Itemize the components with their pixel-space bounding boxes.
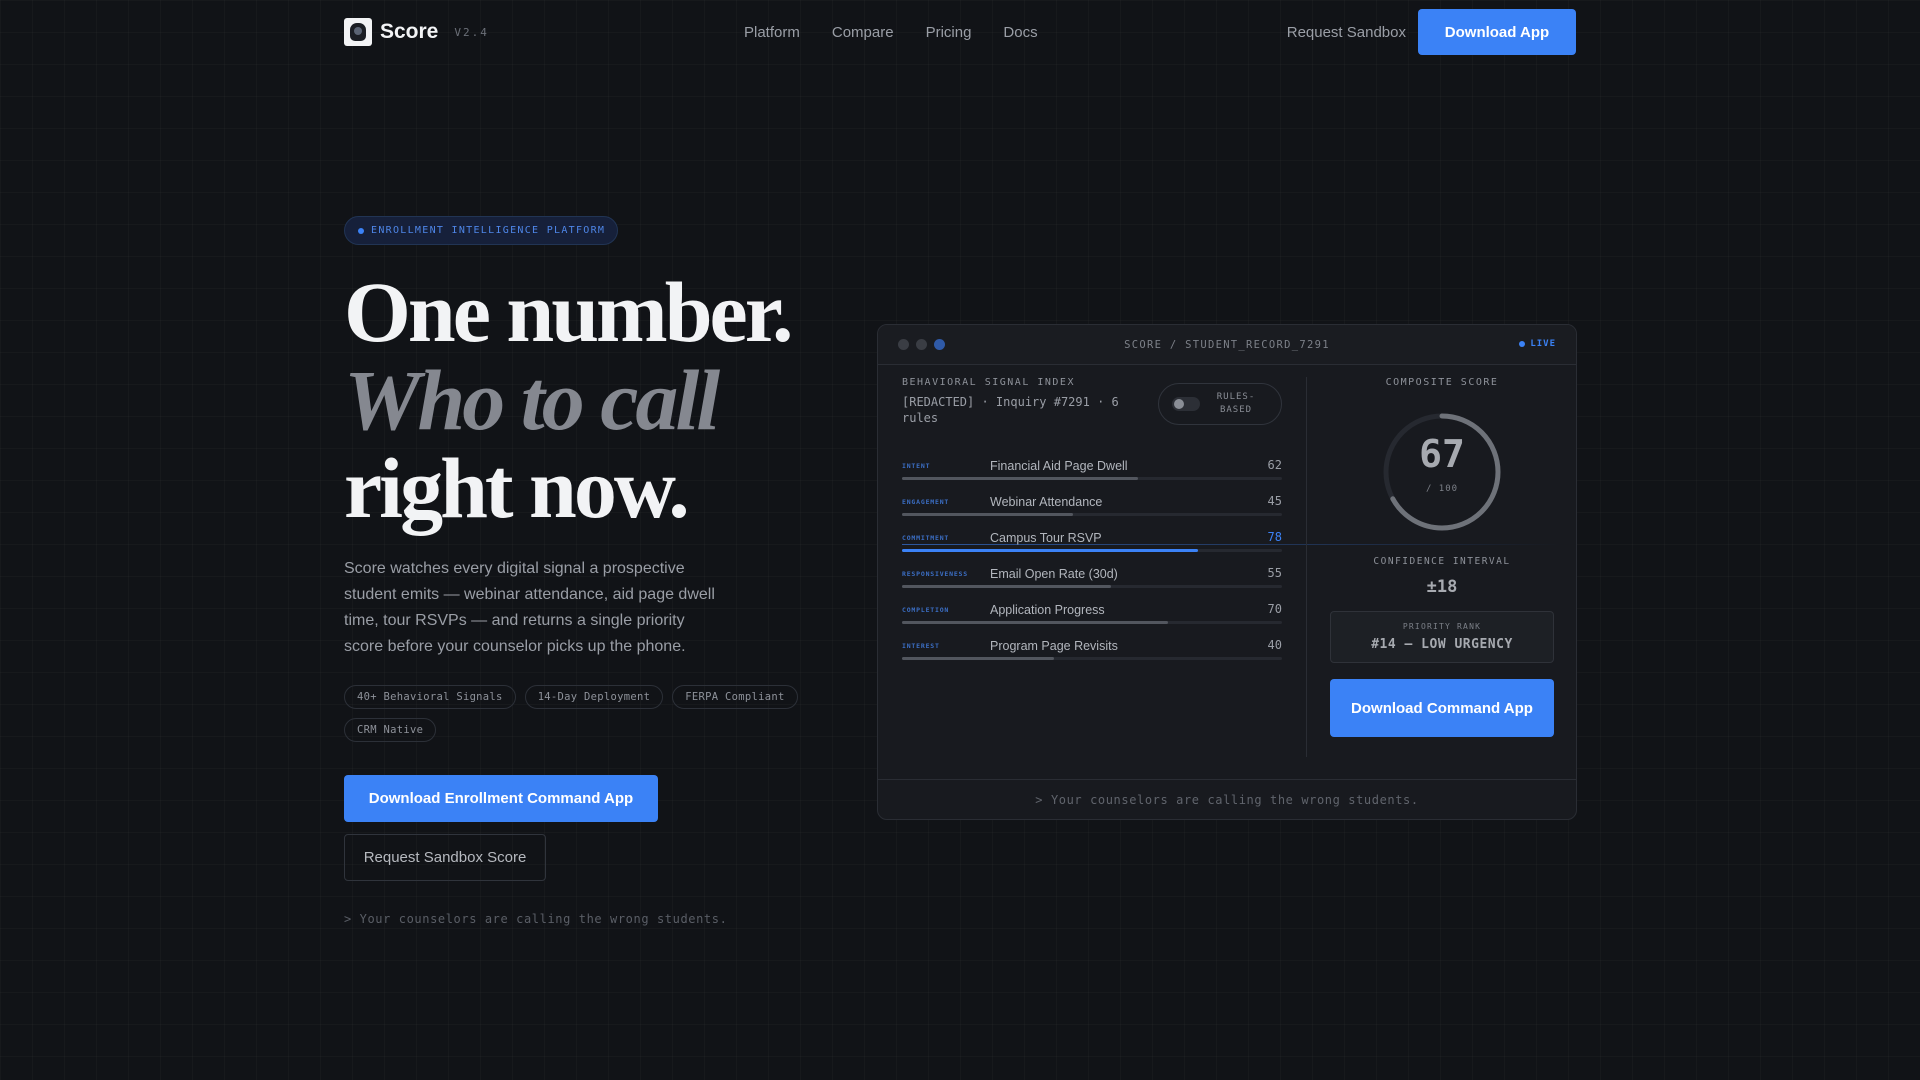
nav-link-pricing[interactable]: Pricing xyxy=(926,24,972,41)
signal-row: INTEREST Program Page Revisits 40 xyxy=(902,637,1282,671)
signal-value: 55 xyxy=(1267,566,1282,580)
panel-title: SCORE / STUDENT_RECORD_7291 xyxy=(1124,339,1330,351)
nav-links: Platform Compare Pricing Docs xyxy=(744,10,1038,54)
signal-bar-track xyxy=(902,477,1282,480)
signal-name: Financial Aid Page Dwell xyxy=(990,459,1128,473)
download-command-app-button[interactable]: Download Command App xyxy=(1330,679,1554,737)
signal-bar-fill xyxy=(902,621,1168,624)
signal-bar-track xyxy=(902,657,1282,660)
hero-headline: One number. Who to call right now. xyxy=(344,264,793,536)
logo-icon xyxy=(344,18,372,46)
brand[interactable]: Score V2.4 xyxy=(344,18,489,46)
eyebrow-dot-icon xyxy=(358,227,364,234)
signal-bar-track xyxy=(902,549,1282,552)
composite-label: COMPOSITE SCORE xyxy=(1385,377,1499,388)
priority-rank-value: #14 — LOW URGENCY xyxy=(1371,637,1513,652)
signal-name: Webinar Attendance xyxy=(990,495,1103,509)
top-nav: Score V2.4 Platform Compare Pricing Docs… xyxy=(344,9,1576,55)
signal-bar-track xyxy=(902,621,1282,624)
signal-row: COMPLETION Application Progress 70 xyxy=(902,601,1282,635)
confidence-label: CONFIDENCE INTERVAL xyxy=(1373,556,1511,567)
headline-line-3: right now. xyxy=(344,440,690,536)
tag-crm-native: CRM Native xyxy=(344,718,437,742)
priority-rank-box: PRIORITY RANK #14 — LOW URGENCY xyxy=(1330,611,1554,663)
toggle-label: RULES-BASED xyxy=(1216,392,1256,415)
tag-behavioral-signals: 40+ Behavioral Signals xyxy=(344,685,516,709)
nav-link-platform[interactable]: Platform xyxy=(744,24,800,41)
signal-name: Application Progress xyxy=(990,603,1105,617)
signal-bar-fill xyxy=(902,477,1138,480)
signal-value: 40 xyxy=(1267,638,1282,652)
brand-name: Score xyxy=(380,20,439,43)
signal-bar-fill xyxy=(902,657,1054,660)
record-id: [REDACTED] · Inquiry #7291 · 6 rules xyxy=(902,395,1119,425)
signal-category: RESPONSIVENESS xyxy=(902,570,968,578)
signal-bar-fill xyxy=(902,513,1073,516)
headline-line-2: Who to call xyxy=(344,352,720,448)
signal-category: COMPLETION xyxy=(902,606,950,614)
nav-link-compare[interactable]: Compare xyxy=(832,24,894,41)
signal-bar-fill xyxy=(902,585,1111,588)
tag-deployment: 14-Day Deployment xyxy=(524,685,664,709)
signal-row: RESPONSIVENESS Email Open Rate (30d) 55 xyxy=(902,565,1282,599)
panel-footer: > Your counselors are calling the wrong … xyxy=(878,779,1576,819)
signal-bar-track xyxy=(902,513,1282,516)
nav-link-docs[interactable]: Docs xyxy=(1003,24,1037,41)
eyebrow-text: ENROLLMENT INTELLIGENCE PLATFORM xyxy=(371,225,606,236)
confidence-value: ±18 xyxy=(1426,577,1458,597)
signal-row: INTENT Financial Aid Page Dwell 62 xyxy=(902,457,1282,491)
rules-based-toggle[interactable]: RULES-BASED xyxy=(1158,383,1282,425)
composite-value: 67 xyxy=(1419,432,1465,476)
download-enrollment-app-button[interactable]: Download Enrollment Command App xyxy=(344,775,658,822)
composite-gauge: 67 / 100 xyxy=(1380,410,1504,534)
signal-value: 62 xyxy=(1267,458,1282,472)
priority-rank-label: PRIORITY RANK xyxy=(1402,622,1482,631)
panel-header: SCORE / STUDENT_RECORD_7291 LIVE xyxy=(878,325,1576,365)
request-sandbox-score-button[interactable]: Request Sandbox Score xyxy=(344,834,546,881)
signal-bar-fill xyxy=(902,549,1199,552)
signal-value: 78 xyxy=(1267,530,1282,544)
headline-line-1: One number. xyxy=(344,264,793,360)
signal-name: Email Open Rate (30d) xyxy=(990,567,1118,581)
toggle-switch[interactable] xyxy=(1172,397,1200,411)
live-indicator: LIVE xyxy=(1519,339,1556,349)
request-sandbox-link[interactable]: Request Sandbox xyxy=(1287,24,1406,41)
live-dot-icon xyxy=(1519,341,1526,347)
eyebrow-badge: ENROLLMENT INTELLIGENCE PLATFORM xyxy=(344,216,619,245)
download-app-button[interactable]: Download App xyxy=(1418,9,1576,55)
signal-name: Program Page Revisits xyxy=(990,639,1118,653)
signal-category: COMMITMENT xyxy=(902,534,950,542)
signal-row: COMMITMENT Campus Tour RSVP 78 xyxy=(902,529,1282,563)
feature-tags: 40+ Behavioral Signals 14-Day Deployment… xyxy=(344,685,804,742)
score-panel: SCORE / STUDENT_RECORD_7291 LIVE BEHAVIO… xyxy=(877,324,1577,820)
signal-category: INTENT xyxy=(902,462,931,470)
nav-actions: Request Sandbox Download App xyxy=(1287,9,1576,55)
live-label: LIVE xyxy=(1530,339,1556,349)
tag-ferpa: FERPA Compliant xyxy=(672,685,798,709)
signal-index: BEHAVIORAL SIGNAL INDEX [REDACTED] · Inq… xyxy=(902,377,1282,660)
signal-value: 45 xyxy=(1267,494,1282,508)
signal-row: ENGAGEMENT Webinar Attendance 45 xyxy=(902,493,1282,527)
signal-name: Campus Tour RSVP xyxy=(990,531,1102,545)
signal-bar-track xyxy=(902,585,1282,588)
hero-description: Score watches every digital signal a pro… xyxy=(344,560,715,655)
divider xyxy=(1306,377,1307,757)
hero-prompt: > Your counselors are calling the wrong … xyxy=(344,912,728,926)
signal-category: ENGAGEMENT xyxy=(902,498,950,506)
composite-column: COMPOSITE SCORE 67 / 100 CONFIDENCE INTE… xyxy=(1330,377,1554,737)
composite-max: / 100 xyxy=(1425,484,1459,494)
signal-category: INTEREST xyxy=(902,642,940,650)
version-badge: V2.4 xyxy=(454,25,489,39)
signal-value: 70 xyxy=(1267,602,1282,616)
